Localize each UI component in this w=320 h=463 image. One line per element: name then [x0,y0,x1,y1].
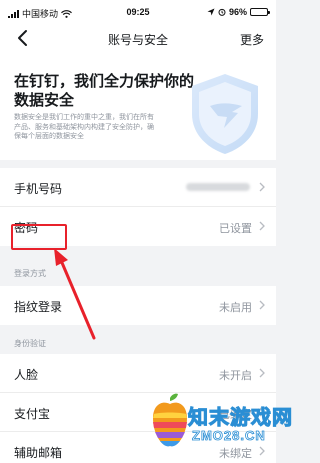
page-title: 账号与安全 [107,33,168,47]
chevron-right-icon [259,300,265,310]
red-arrow-icon [54,248,96,340]
face-label: 人脸 [14,368,39,382]
login-section-label: 登录方式 [14,269,46,278]
phone-value-redacted [186,183,250,191]
password-status: 已设置 [219,223,252,235]
battery-percent: 96% [228,7,247,17]
more-button[interactable]: 更多 [240,31,264,48]
banner-title: 在钉钉，我们全力保护你的数据安全 [14,73,195,109]
alarm-icon [218,8,226,16]
watermark-url: ZMO28.CN [192,428,266,444]
banner-description: 数据安全是我们工作的重中之重，我们在所有产品、服务和基础架构内构建了安全防护，确… [14,114,154,140]
apple-logo-icon [153,393,187,447]
battery-icon [250,8,270,16]
watermark-name: 知末游戏网 [188,407,293,430]
identity-section-label: 身份验证 [14,339,46,348]
face-status: 未开启 [219,370,252,382]
login-group: 指纹登录 未启用 [0,286,276,325]
fingerprint-row[interactable]: 指纹登录 未启用 [0,286,276,325]
fingerprint-status: 未启用 [219,302,252,314]
watermark: 知末游戏网 ZMO28.CN [150,392,293,463]
alipay-label: 支付宝 [14,407,51,421]
location-arrow-icon [207,8,215,16]
chevron-right-icon [259,368,265,378]
shield-icon [192,74,258,154]
status-right: 96% [207,7,270,17]
phone-label: 手机号码 [14,182,63,196]
chevron-right-icon [259,221,265,231]
backup-email-label: 辅助邮箱 [14,446,63,460]
phone-row[interactable]: 手机号码 [0,168,276,207]
status-bar: 中国移动 09:25 96% [0,0,276,24]
face-row[interactable]: 人脸 未开启 [0,354,276,393]
chevron-right-icon [259,182,265,192]
nav-bar: 账号与安全 更多 [0,24,276,52]
security-banner: 在钉钉，我们全力保护你的数据安全 数据安全是我们工作的重中之重，我们在所有产品、… [0,52,276,160]
